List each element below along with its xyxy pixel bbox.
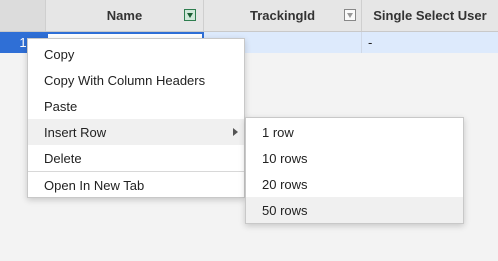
submenu-item-1-row[interactable]: 1 row: [246, 119, 463, 145]
menu-item-label: 50 rows: [262, 202, 308, 218]
menu-item-label: Copy With Column Headers: [44, 72, 206, 88]
menu-item-copy[interactable]: Copy: [28, 41, 244, 67]
column-header-name[interactable]: Name: [46, 0, 204, 31]
menu-item-copy-with-headers[interactable]: Copy With Column Headers: [28, 67, 244, 93]
menu-item-label: Insert Row: [44, 124, 107, 140]
insert-row-submenu: 1 row 10 rows 20 rows 50 rows: [245, 117, 464, 224]
menu-item-paste[interactable]: Paste: [28, 93, 244, 119]
row-number-header[interactable]: [0, 0, 46, 31]
menu-item-label: 1 row: [262, 124, 294, 140]
menu-item-label: Paste: [44, 98, 78, 114]
column-header-label: TrackingId: [249, 8, 316, 23]
menu-item-label: Delete: [44, 150, 82, 166]
single-select-user-cell[interactable]: -: [362, 32, 498, 53]
menu-item-open-in-new-tab[interactable]: Open In New Tab: [28, 172, 244, 198]
menu-item-delete[interactable]: Delete: [28, 145, 244, 171]
submenu-arrow-icon: [233, 128, 238, 136]
context-menu: Copy Copy With Column Headers Paste Inse…: [27, 38, 245, 198]
filter-dropdown-icon[interactable]: [344, 9, 356, 21]
column-header-single-select-user[interactable]: Single Select User: [362, 0, 498, 31]
submenu-item-50-rows[interactable]: 50 rows: [246, 197, 463, 223]
column-header-label: Single Select User: [373, 8, 487, 23]
menu-item-label: 10 rows: [262, 150, 308, 166]
submenu-item-10-rows[interactable]: 10 rows: [246, 145, 463, 171]
menu-item-label: Copy: [44, 46, 75, 62]
filter-dropdown-icon[interactable]: [184, 9, 196, 21]
menu-item-insert-row[interactable]: Insert Row: [28, 119, 244, 145]
menu-item-label: 20 rows: [262, 176, 308, 192]
column-header-label: Name: [106, 8, 143, 23]
menu-item-label: Open In New Tab: [44, 177, 145, 193]
submenu-item-20-rows[interactable]: 20 rows: [246, 171, 463, 197]
column-header-trackingid[interactable]: TrackingId: [204, 0, 362, 31]
grid-header-row: Name TrackingId Single Select User: [0, 0, 498, 32]
